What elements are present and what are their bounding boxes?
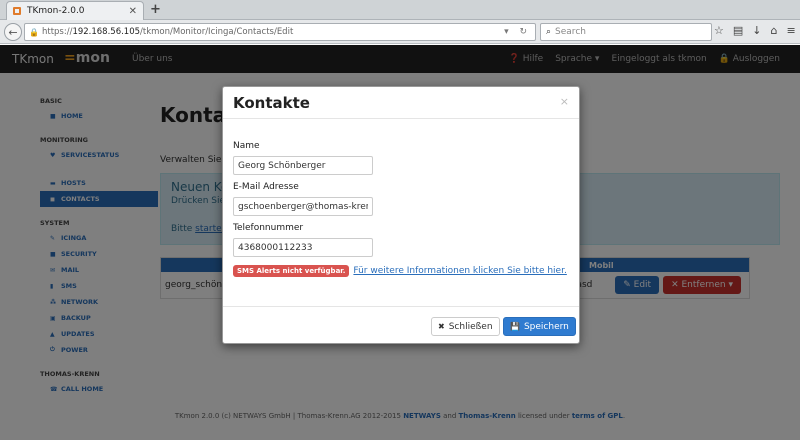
menu-icon[interactable]: ≡ xyxy=(786,24,795,37)
email-field[interactable] xyxy=(233,197,373,216)
browser-toolbar-icons: ☆ ▤ ↓ ⌂ ≡ xyxy=(714,24,796,37)
close-tab-icon[interactable]: ✕ xyxy=(129,6,137,17)
star-icon[interactable]: ☆ xyxy=(714,24,724,37)
browser-tab[interactable]: TKmon-2.0.0 ✕ xyxy=(6,1,144,20)
tab-title: TKmon-2.0.0 xyxy=(27,6,85,16)
phone-field[interactable] xyxy=(233,238,373,257)
home-icon[interactable]: ⌂ xyxy=(771,24,778,37)
contact-modal: Kontakte × Name E-Mail Adresse Telefonnu… xyxy=(222,86,580,344)
close-button[interactable]: ✖ Schließen xyxy=(431,317,500,336)
search-bar[interactable]: ⌕ Search xyxy=(540,23,712,41)
url-text: https://192.168.56.105/tkmon/Monitor/Ici… xyxy=(41,27,294,37)
url-bar[interactable]: 🔒 https://192.168.56.105/tkmon/Monitor/I… xyxy=(24,23,536,41)
email-label: E-Mail Adresse xyxy=(233,182,299,192)
modal-body: Name E-Mail Adresse Telefonnummer SMS Al… xyxy=(233,141,569,277)
name-field[interactable] xyxy=(233,156,373,175)
browser-tabbar: TKmon-2.0.0 ✕ + xyxy=(0,0,800,20)
save-icon: 💾 xyxy=(510,322,520,331)
modal-title: Kontakte xyxy=(233,94,310,112)
phone-label: Telefonnummer xyxy=(233,223,304,233)
search-icon: ⌕ xyxy=(546,27,552,37)
sms-row: SMS Alerts nicht verfügbar. Für weitere … xyxy=(233,265,569,277)
close-x-icon: ✖ xyxy=(438,322,445,331)
reading-list-icon[interactable]: ▤ xyxy=(733,24,743,37)
close-icon[interactable]: × xyxy=(560,95,569,108)
save-button[interactable]: 💾 Speichern xyxy=(503,317,576,336)
more-info-link[interactable]: Für weitere Informationen klicken Sie bi… xyxy=(353,266,566,276)
lock-icon: 🔒 xyxy=(29,27,39,37)
name-label: Name xyxy=(233,141,260,151)
reload-icon[interactable]: ▾ ↻ xyxy=(504,27,531,37)
tkmon-favicon-icon xyxy=(13,7,21,15)
modal-footer: ✖ Schließen 💾 Speichern xyxy=(223,306,579,344)
browser-navbar: ← 🔒 https://192.168.56.105/tkmon/Monitor… xyxy=(0,20,800,44)
modal-header: Kontakte × xyxy=(223,87,579,119)
new-tab-icon[interactable]: + xyxy=(150,2,161,17)
back-button[interactable]: ← xyxy=(4,23,22,41)
sms-unavailable-badge: SMS Alerts nicht verfügbar. xyxy=(233,265,350,277)
download-icon[interactable]: ↓ xyxy=(752,24,761,37)
search-placeholder: Search xyxy=(555,27,586,37)
